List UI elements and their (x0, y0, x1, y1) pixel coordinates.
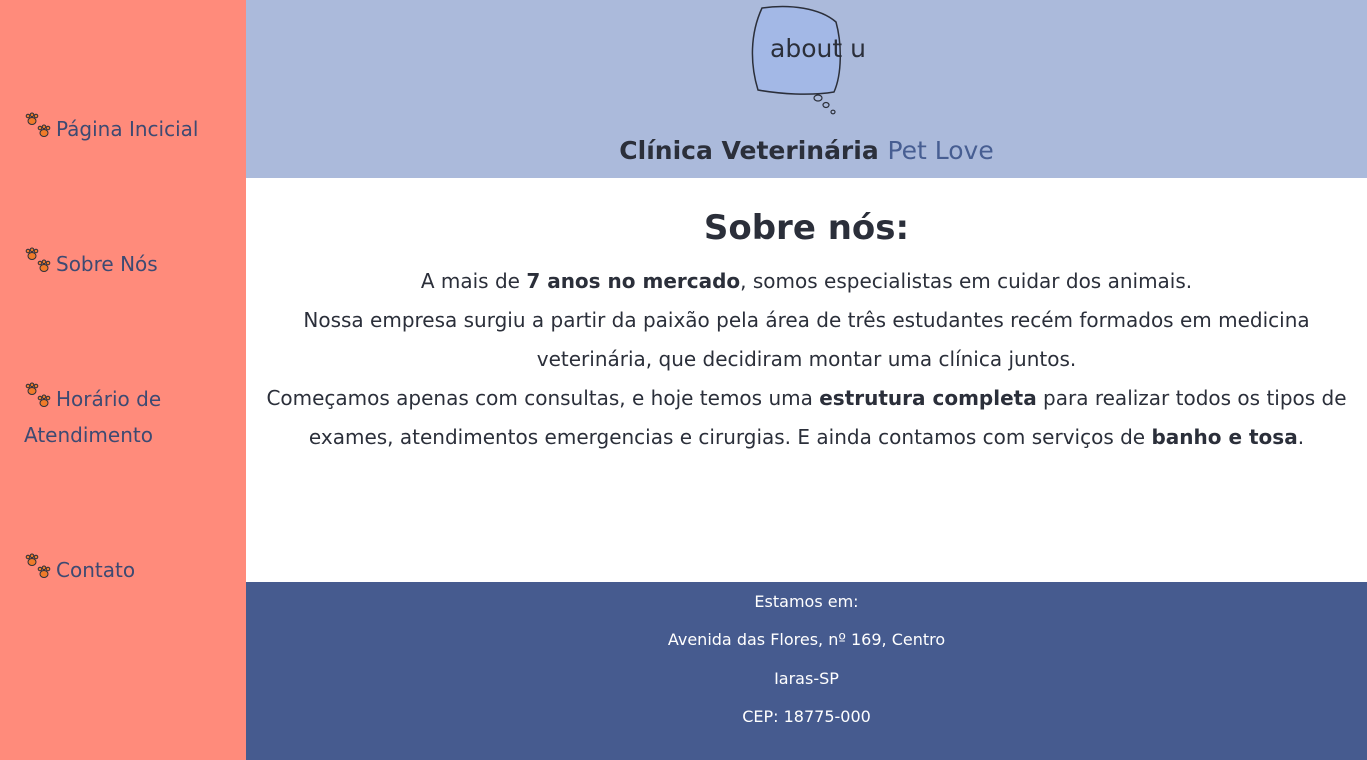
sidebar: Página Incicial Sobre Nós Horário de Ate… (0, 0, 246, 760)
text: Começamos apenas com consultas, e hoje t… (266, 386, 820, 410)
footer: Estamos em: Avenida das Flores, nº 169, … (246, 582, 1367, 760)
about-paragraph-1: A mais de 7 anos no mercado, somos espec… (266, 262, 1347, 301)
sidebar-item-contato[interactable]: Contato (24, 552, 234, 588)
text: , somos especialistas em cuidar dos anim… (740, 269, 1193, 293)
logo-text: about u (770, 34, 866, 63)
text: . (1297, 425, 1305, 449)
highlight-years: 7 anos no mercado (526, 269, 741, 293)
sidebar-item-label: Sobre Nós (56, 252, 158, 276)
sidebar-item-sobre-nos[interactable]: Sobre Nós (24, 246, 234, 282)
footer-location-label: Estamos em: (754, 592, 859, 611)
sidebar-item-pagina-inicial[interactable]: Página Incicial (24, 111, 234, 147)
page-title: Sobre nós: (703, 208, 910, 248)
sidebar-item-horario-de-atendimento[interactable]: Horário de Atendimento (24, 381, 234, 453)
about-paragraph-2: Nossa empresa surgiu a partir da paixão … (303, 308, 1310, 371)
site-title: Clínica Veterinária Pet Love (246, 136, 1367, 165)
footer-address: Avenida das Flores, nº 169, Centro (667, 630, 946, 649)
site-logo[interactable]: about u (750, 4, 880, 119)
footer-zip: CEP: 18775-000 (742, 707, 871, 726)
sidebar-item-label: Página Incicial (56, 117, 199, 141)
text: A mais de (420, 269, 527, 293)
site-title-main: Clínica Veterinária (619, 136, 879, 165)
main-content: Sobre nós: A mais de 7 anos no mercado, … (246, 178, 1367, 582)
about-text: A mais de 7 anos no mercado, somos espec… (266, 262, 1347, 457)
paw-icon (25, 247, 51, 272)
paw-icon (25, 553, 51, 578)
site-title-accent: Pet Love (887, 136, 994, 165)
paw-icon (25, 382, 51, 407)
about-paragraph-3: Começamos apenas com consultas, e hoje t… (266, 379, 1347, 457)
highlight-structure: estrutura completa (819, 386, 1037, 410)
highlight-grooming: banho e tosa (1151, 425, 1298, 449)
header: about u Clínica Veterinária Pet Love (246, 0, 1367, 178)
paw-icon (25, 112, 51, 137)
footer-city: Iaras-SP (774, 669, 839, 688)
sidebar-item-label: Contato (56, 558, 136, 582)
